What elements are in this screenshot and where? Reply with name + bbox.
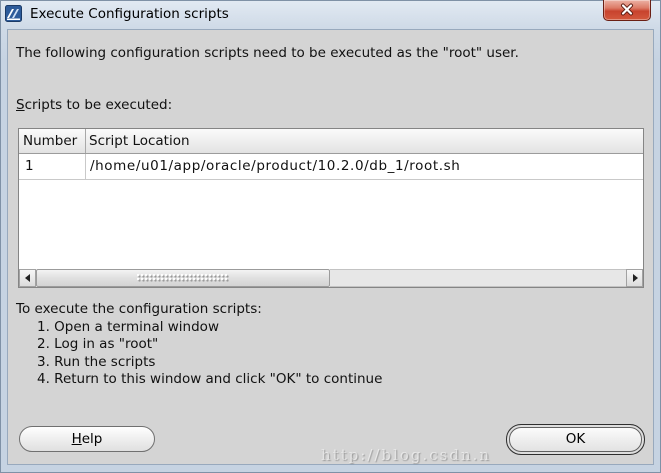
cell-script-location: /home/u01/app/oracle/product/10.2.0/db_1… bbox=[90, 158, 461, 174]
scrollbar-thumb[interactable] bbox=[36, 269, 330, 287]
scroll-left-button[interactable] bbox=[19, 269, 36, 287]
scrollbar-track[interactable] bbox=[330, 269, 626, 287]
instructions-heading: To execute the configuration scripts: bbox=[16, 301, 262, 317]
scroll-right-icon bbox=[633, 274, 638, 282]
close-icon bbox=[621, 3, 633, 16]
scripts-label: Scripts to be executed: bbox=[16, 97, 173, 113]
cell-number: 1 bbox=[19, 154, 86, 179]
column-header-script-location[interactable]: Script Location bbox=[86, 129, 643, 153]
table-row[interactable]: 1 /home/u01/app/oracle/product/10.2.0/db… bbox=[19, 154, 643, 180]
instruction-step: 2. Log in as "root" bbox=[37, 336, 159, 352]
oracle-installer-icon bbox=[5, 5, 22, 22]
scroll-right-button[interactable] bbox=[626, 269, 643, 287]
scripts-table: Number Script Location 1 /home/u01/app/o… bbox=[18, 128, 644, 288]
ok-button-label: OK bbox=[565, 431, 586, 447]
window-title: Execute Configuration scripts bbox=[30, 6, 229, 22]
dialog-window: Execute Configuration scripts The follow… bbox=[0, 0, 661, 473]
ok-button[interactable]: OK bbox=[506, 424, 645, 455]
help-button[interactable]: Help bbox=[19, 426, 155, 452]
help-button-label: Help bbox=[71, 431, 103, 447]
instruction-step: 4. Return to this window and click "OK" … bbox=[37, 371, 383, 387]
instruction-step: 3. Run the scripts bbox=[37, 353, 156, 370]
close-button[interactable] bbox=[603, 0, 651, 21]
horizontal-scrollbar[interactable] bbox=[19, 269, 643, 287]
table-header: Number Script Location bbox=[19, 129, 643, 154]
scroll-left-icon bbox=[25, 274, 30, 282]
dialog-body: The following configuration scripts need… bbox=[8, 30, 653, 464]
grip-icon bbox=[137, 274, 229, 282]
instruction-step: 1. Open a terminal window bbox=[37, 318, 219, 335]
column-header-number[interactable]: Number bbox=[19, 129, 86, 153]
instructions: To execute the configuration scripts: 1.… bbox=[16, 301, 382, 389]
title-bar[interactable]: Execute Configuration scripts bbox=[1, 0, 660, 29]
intro-text: The following configuration scripts need… bbox=[16, 45, 519, 61]
